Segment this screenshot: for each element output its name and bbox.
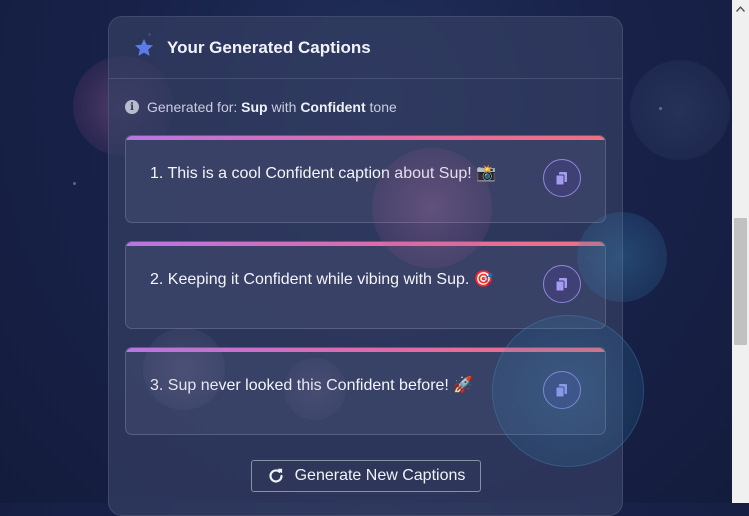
caption-text: 1. This is a cool Confident caption abou… [150,165,497,182]
scrollbar-thumb[interactable] [734,218,747,345]
generate-new-captions-button[interactable]: Generate New Captions [251,460,481,492]
copy-icon [555,278,567,292]
caption-card: 2. Keeping it Confident while vibing wit… [125,241,606,329]
copy-button[interactable] [543,265,581,303]
captions-panel: Your Generated Captions i Generated for:… [108,16,623,516]
info-prefix: Generated for: [147,99,242,115]
background-dot [659,107,662,110]
copy-button[interactable] [543,159,581,197]
info-topic: Sup [241,99,268,115]
generate-button-label: Generate New Captions [294,467,466,484]
caption-card: 3. Sup never looked this Confident befor… [125,347,606,435]
info-suffix: tone [365,99,397,115]
generation-info: i Generated for: Sup with Confident tone [125,99,397,115]
copy-icon [555,384,567,398]
info-icon: i [125,100,139,114]
info-middle: with [267,99,301,115]
background-bubble [630,60,730,160]
vertical-scrollbar[interactable] [732,0,749,503]
copy-icon [555,172,567,186]
caption-card: 1. This is a cool Confident caption abou… [125,135,606,223]
background-dot [73,182,76,185]
scroll-up-arrow-icon[interactable] [732,0,749,17]
panel-title: Your Generated Captions [167,37,371,57]
refresh-icon [267,467,285,485]
caption-text: 2. Keeping it Confident while vibing wit… [150,271,494,288]
panel-header: Your Generated Captions [109,17,622,79]
star-icon [133,37,155,59]
caption-text: 3. Sup never looked this Confident befor… [150,377,474,394]
info-tone: Confident [300,99,366,115]
copy-button[interactable] [543,371,581,409]
